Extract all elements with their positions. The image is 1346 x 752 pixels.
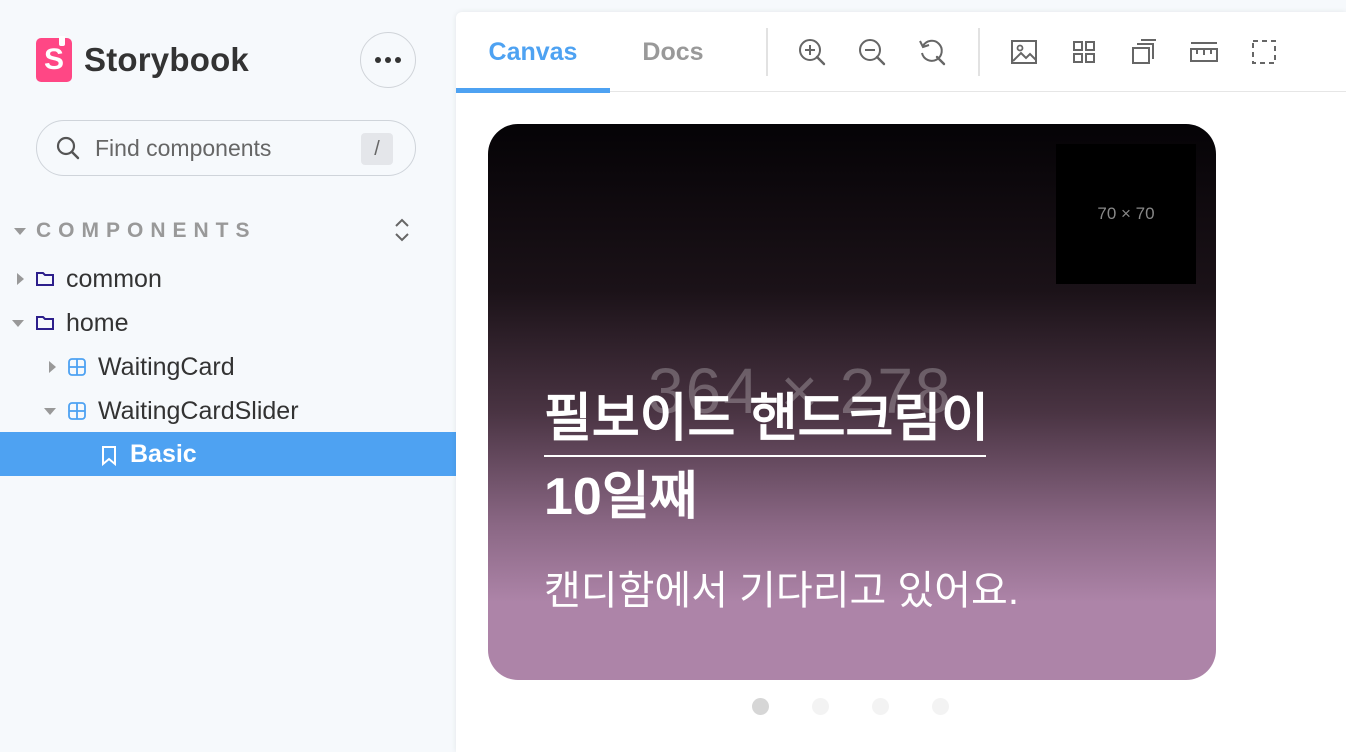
- card-subtitle: 캔디함에서 기다리고 있어요.: [544, 569, 1019, 613]
- tree-item-waitingcardslider[interactable]: WaitingCardSlider: [0, 389, 456, 433]
- toolbar-divider: [766, 28, 768, 76]
- search-shortcut-key: /: [361, 133, 393, 165]
- tree-item-label: Basic: [130, 439, 197, 468]
- tree-item-home[interactable]: home: [0, 301, 456, 345]
- tree-item-common[interactable]: common: [0, 257, 456, 301]
- tree-item-label: WaitingCardSlider: [98, 396, 299, 425]
- storybook-logo-icon: S: [36, 36, 72, 82]
- expand-arrow-icon: [44, 405, 56, 417]
- pagination-dot[interactable]: [872, 698, 889, 715]
- pagination-dot[interactable]: [812, 698, 829, 715]
- card-title-line2: 10일째: [544, 468, 698, 526]
- sidebar: S Storybook / COMPONENTS common home Wai…: [0, 0, 456, 752]
- collapse-caret-icon: [14, 227, 26, 235]
- viewport-icon[interactable]: [1128, 36, 1160, 68]
- component-icon: [68, 402, 86, 420]
- tree-item-label: WaitingCard: [98, 352, 235, 381]
- measure-icon[interactable]: [1188, 36, 1220, 68]
- ellipsis-icon: [375, 57, 401, 63]
- card-title-line1: 필보이드 핸드크림이: [544, 390, 990, 448]
- tree-item-waitingcard[interactable]: WaitingCard: [0, 345, 456, 389]
- section-title: COMPONENTS: [36, 219, 257, 242]
- components-section-header[interactable]: COMPONENTS: [14, 216, 414, 246]
- bookmark-icon: [102, 446, 116, 466]
- waiting-card[interactable]: 70 × 70 364 × 278 필보이드 핸드크림이 10일째 캔디함에서 …: [488, 124, 1216, 680]
- storybook-brand[interactable]: S Storybook: [36, 36, 249, 82]
- expand-arrow-icon: [14, 273, 26, 285]
- zoom-in-icon[interactable]: [796, 36, 828, 68]
- tab-docs[interactable]: Docs: [610, 12, 736, 92]
- pagination-dot[interactable]: [932, 698, 949, 715]
- zoom-out-icon[interactable]: [856, 36, 888, 68]
- title-underline: [544, 455, 986, 457]
- expand-collapse-all-icon[interactable]: [390, 216, 414, 244]
- toolbar-divider: [978, 28, 980, 76]
- toolbar: Canvas Docs: [456, 12, 1346, 93]
- component-icon: [68, 358, 86, 376]
- expand-arrow-icon: [12, 317, 24, 329]
- pagination-dot[interactable]: [752, 698, 769, 715]
- logo-letter: S: [43, 43, 64, 76]
- expand-arrow-icon: [46, 361, 58, 373]
- tree-item-label: common: [66, 264, 162, 293]
- more-options-button[interactable]: [360, 32, 416, 88]
- tree-item-basic[interactable]: Basic: [0, 432, 456, 476]
- search-icon: [56, 136, 80, 160]
- slider-pagination: [752, 698, 949, 715]
- preview-panel: Canvas Docs 70 × 70 364 × 278 필보이드 핸드크림이…: [456, 12, 1346, 752]
- grid-icon[interactable]: [1068, 36, 1100, 68]
- folder-icon: [36, 272, 54, 286]
- search-box[interactable]: /: [36, 120, 416, 176]
- product-image-placeholder: 70 × 70: [1056, 144, 1196, 284]
- card-title: 필보이드 핸드크림이 10일째: [544, 380, 989, 536]
- background-icon[interactable]: [1008, 36, 1040, 68]
- brand-name: Storybook: [84, 41, 249, 78]
- tab-canvas[interactable]: Canvas: [456, 12, 610, 93]
- folder-icon: [36, 316, 54, 330]
- outline-icon[interactable]: [1248, 36, 1280, 68]
- search-input[interactable]: [95, 134, 345, 162]
- tree-item-label: home: [66, 308, 129, 337]
- reset-zoom-icon[interactable]: [916, 36, 948, 68]
